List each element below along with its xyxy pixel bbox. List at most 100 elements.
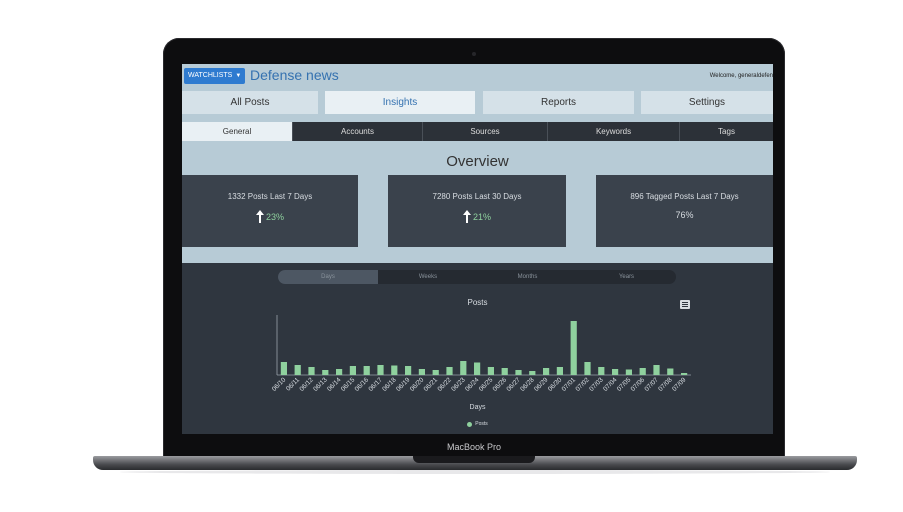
stat-value: 23% (182, 210, 358, 223)
watchlist-title: Defense news (250, 67, 339, 83)
bar-06-24[interactable] (474, 362, 481, 376)
top-bar: WATCHLISTS ▼ Defense news Welcome, gener… (182, 64, 773, 88)
bar-07-03[interactable] (598, 367, 605, 375)
app-screen: WATCHLISTS ▼ Defense news Welcome, gener… (182, 64, 773, 434)
bar-06-25[interactable] (487, 367, 494, 375)
x-tick-label: 06/23 (450, 376, 467, 393)
x-tick-label: 07/01 (561, 376, 578, 393)
x-tick-label: 06/30 (547, 376, 564, 393)
nav-insights[interactable]: Insights (325, 91, 475, 114)
posts-bar-chart: 06/1006/1106/1206/1306/1406/1506/1606/17… (271, 315, 691, 393)
nav-all-posts[interactable]: All Posts (182, 91, 318, 114)
tab-keywords[interactable]: Keywords (548, 122, 680, 141)
x-tick-label: 07/09 (671, 376, 688, 393)
range-weeks[interactable]: Weeks (378, 270, 478, 284)
watchlists-label: WATCHLISTS (188, 72, 233, 79)
tab-tags[interactable]: Tags (680, 122, 773, 141)
x-tick-label: 07/03 (588, 376, 605, 393)
bar-06-22[interactable] (446, 367, 453, 375)
bar-06-26[interactable] (501, 368, 508, 375)
x-tick-label: 07/05 (616, 376, 633, 393)
range-days[interactable]: Days (278, 270, 378, 284)
bar-06-10[interactable] (280, 362, 287, 375)
x-tick-label: 06/26 (492, 376, 509, 393)
chart-legend[interactable]: Posts (182, 421, 773, 427)
x-tick-label: 07/08 (657, 376, 674, 393)
x-tick-label: 06/24 (464, 376, 481, 393)
tab-general[interactable]: General (182, 122, 293, 141)
stat-percent: 23% (265, 211, 284, 222)
tab-accounts[interactable]: Accounts (293, 122, 423, 141)
bar-07-07[interactable] (653, 365, 660, 375)
range-months[interactable]: Months (478, 270, 577, 284)
x-tick-label: 06/28 (519, 376, 536, 393)
x-tick-label: 06/21 (423, 376, 440, 393)
caret-down-icon: ▼ (235, 73, 242, 79)
x-tick-label: 06/15 (340, 376, 357, 393)
bar-06-29[interactable] (543, 368, 550, 375)
tab-sources[interactable]: Sources (423, 122, 548, 141)
x-tick-label: 06/25 (478, 376, 495, 393)
bar-07-02[interactable] (584, 362, 591, 375)
laptop-notch (413, 456, 535, 463)
bar-07-08[interactable] (667, 368, 674, 376)
stat-card-tagged: 896 Tagged Posts Last 7 Days 76% (596, 175, 773, 247)
bar-06-15[interactable] (349, 366, 356, 375)
x-tick-label: 06/20 (409, 376, 426, 393)
stat-value: 21% (388, 210, 566, 223)
stat-label: 896 Tagged Posts Last 7 Days (630, 192, 739, 201)
stat-percent: 76% (675, 210, 694, 220)
x-tick-label: 07/04 (602, 376, 619, 393)
bar-07-04[interactable] (612, 369, 619, 375)
nav-reports[interactable]: Reports (483, 91, 634, 114)
x-tick-label: 07/07 (643, 376, 660, 393)
x-tick-label: 06/11 (285, 376, 301, 392)
x-tick-label: 06/27 (505, 376, 522, 393)
x-axis-title: Days (469, 404, 486, 411)
overview-title: Overview (446, 153, 509, 170)
bar-06-14[interactable] (336, 369, 343, 375)
stat-label: 1332 Posts Last 7 Days (227, 192, 313, 201)
x-tick-label: 06/12 (298, 376, 315, 393)
welcome-text[interactable]: Welcome, generaldefen (710, 73, 773, 79)
bar-07-06[interactable] (639, 368, 646, 375)
legend-label: Posts (475, 421, 488, 427)
range-years[interactable]: Years (577, 270, 676, 284)
bar-06-13[interactable] (322, 370, 329, 375)
legend-marker (467, 421, 473, 427)
stat-card-7-days: 1332 Posts Last 7 Days 23% (182, 175, 358, 247)
x-tick-label: 06/29 (533, 376, 550, 393)
bar-06-21[interactable] (432, 370, 439, 375)
x-tick-label: 07/06 (630, 376, 647, 393)
bar-06-23[interactable] (460, 361, 467, 375)
watchlists-dropdown[interactable]: WATCHLISTS ▼ (184, 68, 246, 84)
device-label: MacBook Pro (446, 442, 502, 452)
bar-07-09[interactable] (681, 373, 688, 375)
x-tick-label: 06/19 (395, 376, 412, 393)
sub-nav: General Accounts Sources Keywords Tags (182, 122, 773, 141)
bar-06-30[interactable] (556, 367, 563, 375)
time-range-toggle: Days Weeks Months Years (278, 270, 676, 284)
x-tick-label: 07/02 (574, 376, 591, 393)
bar-06-17[interactable] (377, 365, 384, 375)
arrow-up-icon (462, 210, 471, 223)
camera-icon (472, 52, 476, 56)
bar-06-11[interactable] (294, 365, 301, 375)
bar-06-12[interactable] (308, 367, 315, 375)
laptop-shadow (120, 470, 830, 474)
bar-07-05[interactable] (625, 369, 632, 376)
nav-settings[interactable]: Settings (641, 91, 773, 114)
bar-06-20[interactable] (418, 369, 425, 375)
x-tick-label: 06/13 (312, 376, 329, 393)
arrow-up-icon (255, 210, 264, 223)
stat-label: 7280 Posts Last 30 Days (432, 192, 522, 201)
bar-06-18[interactable] (391, 365, 398, 376)
x-tick-label: 06/16 (354, 376, 371, 393)
bar-06-28[interactable] (529, 371, 536, 375)
bar-07-01[interactable] (570, 321, 577, 375)
bar-06-27[interactable] (515, 370, 522, 375)
stat-percent: 21% (472, 211, 491, 222)
x-tick-label: 06/10 (271, 376, 288, 393)
bar-06-16[interactable] (363, 366, 370, 375)
bar-06-19[interactable] (405, 366, 412, 375)
